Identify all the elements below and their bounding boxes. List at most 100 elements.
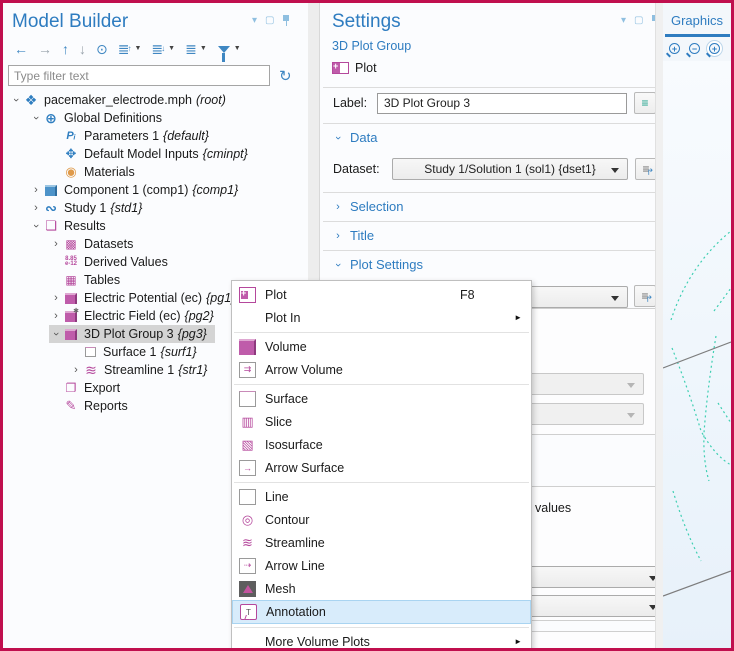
tree-node-materials[interactable]: Materials bbox=[3, 163, 308, 181]
chevron-right-icon[interactable]: › bbox=[49, 237, 63, 251]
tree-node-tag: {cminpt} bbox=[203, 147, 248, 161]
tree-node-label: Reports bbox=[84, 399, 128, 413]
streamline-icon: ≋ bbox=[239, 535, 256, 551]
label-input[interactable] bbox=[377, 93, 627, 114]
go-to-source-button[interactable]: ≡ bbox=[634, 285, 656, 307]
results-icon bbox=[43, 219, 59, 234]
chevron-down-icon bbox=[611, 296, 619, 301]
expand-all-icon[interactable]: ≣↑▼ bbox=[115, 41, 145, 57]
tree-node-parameters-1[interactable]: Parameters 1{default} bbox=[3, 127, 308, 145]
tree-node-tag: {pg2} bbox=[185, 309, 214, 323]
chevron-down-icon[interactable]: › bbox=[29, 111, 43, 125]
menu-item-label: Plot In bbox=[265, 311, 300, 325]
zoom-selected-icon[interactable]: + bbox=[709, 43, 720, 54]
menu-item-label: Isosurface bbox=[265, 438, 323, 452]
graphics-panel: Graphics + − + bbox=[663, 3, 731, 648]
menu-item-label: Streamline bbox=[265, 536, 325, 550]
section-plot-settings[interactable]: › Plot Settings bbox=[333, 257, 423, 272]
tree-node-pacemaker-electrode-mph[interactable]: ›pacemaker_electrode.mph(root) bbox=[3, 91, 308, 109]
tree-node-derived-values[interactable]: Derived Values bbox=[3, 253, 308, 271]
graphics-toolbar: + − + bbox=[669, 43, 720, 54]
datasets-icon bbox=[63, 237, 79, 252]
graphics-canvas[interactable] bbox=[663, 61, 731, 648]
menu-item-isosurface[interactable]: ▧Isosurface bbox=[232, 433, 531, 456]
menu-item-arrow-line[interactable]: ⇢Arrow Line bbox=[232, 554, 531, 577]
chevron-right-icon[interactable]: › bbox=[29, 201, 43, 215]
menu-item-contour[interactable]: ◎Contour bbox=[232, 508, 531, 531]
label-field-caption: Label: bbox=[333, 96, 377, 110]
tree-node-label: Parameters 1 bbox=[84, 129, 159, 143]
filter-icon[interactable]: ▼ bbox=[214, 41, 244, 57]
streamline-node-icon bbox=[83, 363, 99, 378]
go-forward-icon[interactable]: → bbox=[35, 41, 55, 57]
dataset-row: Dataset: Study 1/Solution 1 (sol1) {dset… bbox=[333, 158, 657, 180]
tree-node-label: pacemaker_electrode.mph bbox=[44, 93, 192, 107]
divider bbox=[323, 123, 657, 124]
section-selection[interactable]: › Selection bbox=[333, 199, 403, 214]
menu-item-more-volume-plots[interactable]: More Volume Plots► bbox=[232, 630, 531, 651]
zoom-in-icon[interactable]: + bbox=[669, 43, 680, 54]
menu-item-label: Arrow Line bbox=[265, 559, 325, 573]
rename-button[interactable]: ≡ bbox=[634, 92, 656, 114]
context-menu: PlotF8Plot In► Volume⇉Arrow Volume Surface… bbox=[231, 280, 532, 651]
filter-row: ↻ bbox=[8, 65, 304, 86]
section-title[interactable]: › Title bbox=[333, 228, 374, 243]
pi-icon bbox=[63, 129, 79, 144]
chevron-down-icon[interactable]: › bbox=[29, 219, 43, 233]
float-window-icon[interactable]: ▢ bbox=[265, 16, 274, 26]
menu-item-label: Slice bbox=[265, 415, 292, 429]
move-down-icon[interactable]: ↓ bbox=[76, 41, 89, 57]
graphics-tab[interactable]: Graphics bbox=[663, 13, 731, 28]
filter-input[interactable] bbox=[8, 65, 270, 86]
chevron-right-icon[interactable]: › bbox=[49, 309, 63, 323]
menu-item-mesh[interactable]: Mesh bbox=[232, 577, 531, 600]
menu-item-plot[interactable]: PlotF8 bbox=[232, 283, 531, 306]
tree-node-datasets[interactable]: ›Datasets bbox=[3, 235, 308, 253]
tree-node-results[interactable]: ›Results bbox=[3, 217, 308, 235]
chevron-right-icon[interactable]: › bbox=[29, 183, 43, 197]
menu-item-arrow-surface[interactable]: →Arrow Surface bbox=[232, 456, 531, 479]
collapse-all-icon[interactable]: ≣↓▼ bbox=[148, 41, 178, 57]
chevron-right-icon[interactable]: › bbox=[69, 363, 83, 377]
tables-icon bbox=[63, 273, 79, 288]
menu-item-slice[interactable]: ▥Slice bbox=[232, 410, 531, 433]
chevron-down-icon[interactable]: › bbox=[49, 327, 63, 341]
pin-icon[interactable] bbox=[282, 15, 290, 27]
divider bbox=[323, 250, 657, 251]
tree-node-component-1-comp1[interactable]: ›Component 1 (comp1){comp1} bbox=[3, 181, 308, 199]
go-to-source-button[interactable]: ≡ bbox=[635, 158, 657, 180]
plot-toolbar-button[interactable]: Plot bbox=[332, 61, 377, 75]
divider bbox=[323, 221, 657, 222]
tree-node-global-definitions[interactable]: ›Global Definitions bbox=[3, 109, 308, 127]
chevron-down-icon[interactable]: › bbox=[9, 93, 23, 107]
tree-node-study-1[interactable]: ›Study 1{std1} bbox=[3, 199, 308, 217]
go-back-icon[interactable]: ← bbox=[11, 41, 31, 57]
menu-item-annotation[interactable]: TAnnotation bbox=[232, 600, 531, 624]
tree-node-label: Export bbox=[84, 381, 120, 395]
menu-item-arrow-volume[interactable]: ⇉Arrow Volume bbox=[232, 358, 531, 381]
tree-node-label: Default Model Inputs bbox=[84, 147, 199, 161]
menu-item-line[interactable]: Line bbox=[232, 485, 531, 508]
dmi-icon bbox=[63, 147, 79, 162]
chevron-down-icon bbox=[611, 168, 619, 173]
chevron-right-icon[interactable]: › bbox=[49, 291, 63, 305]
move-up-icon[interactable]: ↑ bbox=[59, 41, 72, 57]
settings-scrollbar[interactable] bbox=[655, 3, 663, 648]
zoom-out-icon[interactable]: − bbox=[689, 43, 700, 54]
model-tree-nodes-icon[interactable]: ≣▼ bbox=[182, 41, 210, 57]
menu-item-streamline[interactable]: ≋ Streamline bbox=[232, 531, 531, 554]
dataset-select[interactable]: Study 1/Solution 1 (sol1) {dset1} bbox=[392, 158, 628, 180]
refresh-icon[interactable]: ↻ bbox=[279, 67, 292, 85]
dropdown-icon[interactable]: ▾ bbox=[252, 16, 257, 26]
menu-item-volume[interactable]: Volume bbox=[232, 335, 531, 358]
dropdown-icon[interactable]: ▾ bbox=[621, 16, 626, 26]
divider bbox=[323, 192, 657, 193]
section-data[interactable]: › Data bbox=[333, 130, 377, 145]
geometry-wireframe bbox=[663, 61, 731, 651]
tree-node-default-model-inputs[interactable]: Default Model Inputs {cminpt} bbox=[3, 145, 308, 163]
tree-node-label: Materials bbox=[84, 165, 135, 179]
show-icon[interactable]: ⊙ bbox=[93, 41, 111, 57]
menu-item-surface[interactable]: Surface bbox=[232, 387, 531, 410]
menu-item-plot-in[interactable]: Plot In► bbox=[232, 306, 531, 329]
float-window-icon[interactable]: ▢ bbox=[634, 16, 643, 26]
